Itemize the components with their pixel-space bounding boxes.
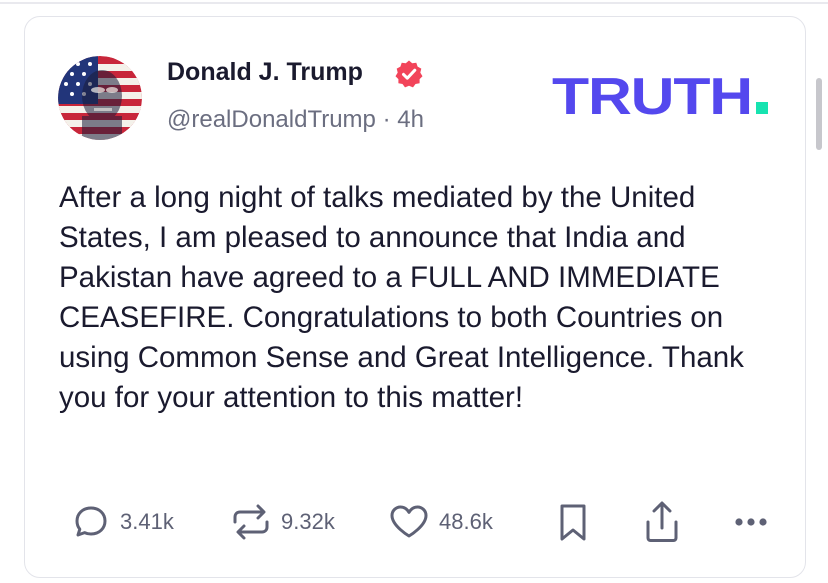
like-button[interactable]: 48.6k [388,498,493,546]
post-timestamp[interactable]: 4h [397,106,424,133]
author-meta: @realDonaldTrump · 4h [167,106,424,134]
reply-bubble-icon [75,506,107,537]
retruth-count: 9.32k [281,509,335,534]
more-options-button[interactable] [731,498,771,546]
meta-separator: · [382,106,391,133]
post-text: After a long night of talks mediated by … [59,181,744,414]
retruth-button[interactable]: 9.32k [230,498,335,546]
truth-social-logo: TRUTH [552,68,774,126]
verified-badge-icon [394,59,424,89]
author-display-name[interactable]: Donald J. Trump [167,58,363,87]
author-handle[interactable]: @realDonaldTrump [167,106,376,133]
share-icon [646,501,678,542]
scrollbar-thumb[interactable] [816,78,822,150]
top-divider [0,2,828,4]
author-avatar[interactable] [58,56,142,140]
heart-icon [390,505,428,538]
post-action-bar: 3.41k 9.32k 48.6k [0,498,828,546]
reply-button[interactable]: 3.41k [71,498,174,546]
retruth-icon [233,504,269,540]
flag-portrait-avatar [58,56,142,140]
like-count: 48.6k [439,509,493,534]
more-dots-icon [735,518,767,526]
reply-count: 3.41k [120,509,174,534]
bookmark-icon [560,504,586,541]
share-button[interactable] [642,498,682,546]
logo-wordmark: TRUTH [552,70,752,126]
logo-dot [756,102,768,114]
bookmark-button[interactable] [555,498,591,546]
